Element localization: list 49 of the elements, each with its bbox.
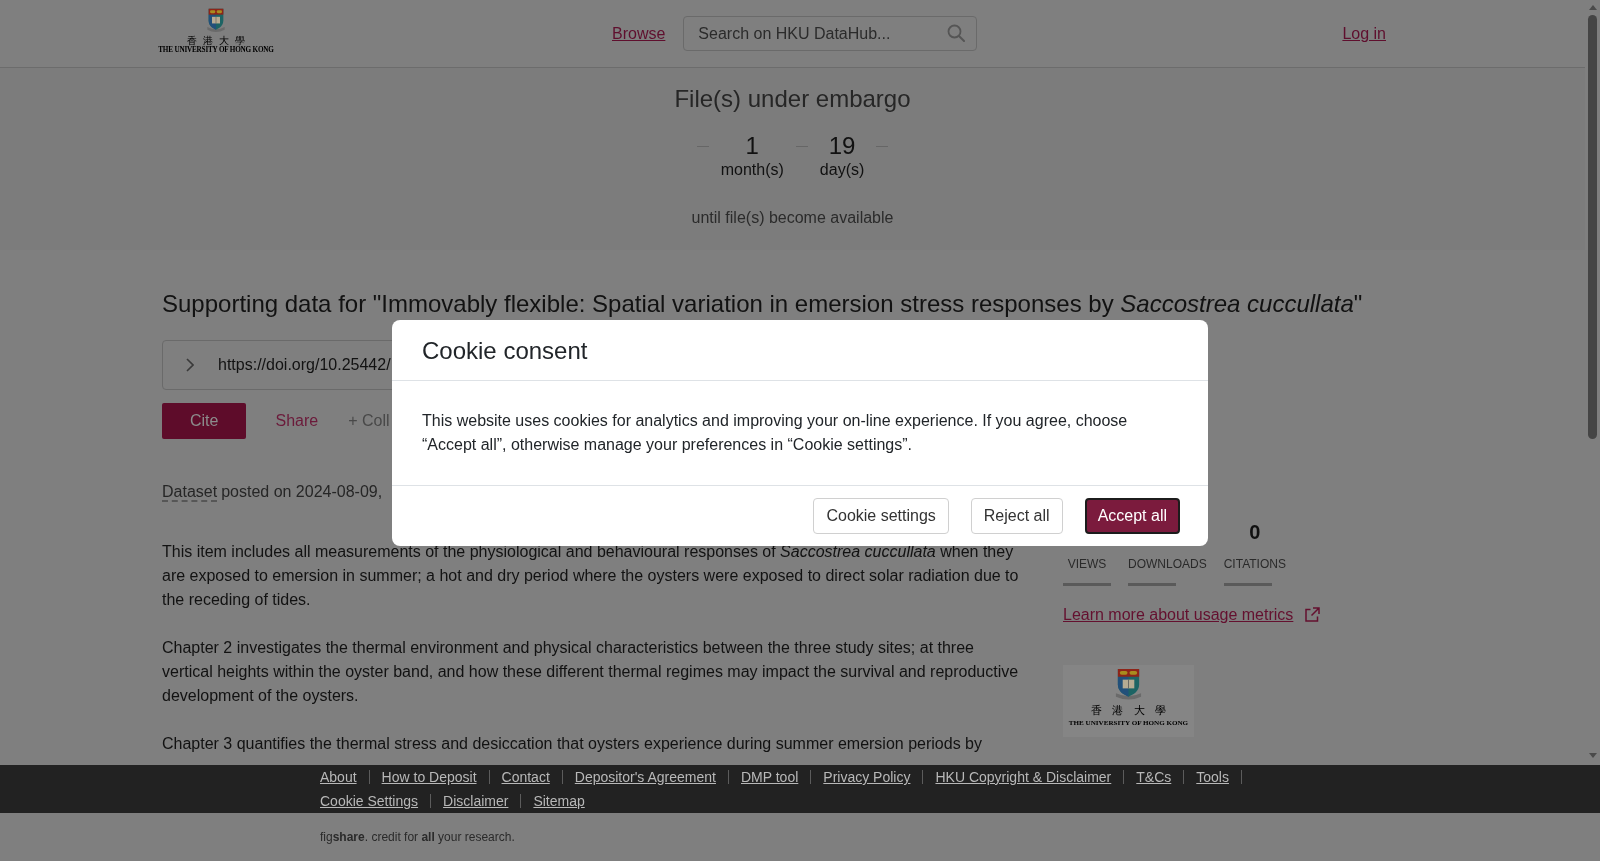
item-title: Supporting data for "Immovably flexible: Spatial variation in emersion stress responses by Saccostrea cuccullata" xyxy=(162,292,1364,316)
description-paragraph: Chapter 3 quantifies the thermal stress and desiccation that oysters experience during summer emersion periods by xyxy=(162,734,983,754)
stat-underline xyxy=(1063,583,1111,586)
stat-underline xyxy=(1128,583,1176,586)
stat-value: 0 xyxy=(1249,520,1261,544)
footer-link[interactable]: HKU Copyright & Disclaimer xyxy=(935,765,1112,789)
doi-link[interactable]: https://doi.org/10.25442/ xyxy=(218,356,391,374)
footer-link[interactable]: About xyxy=(320,765,357,789)
stat-label[interactable]: VIEWS xyxy=(1067,556,1107,572)
footer-link[interactable]: Disclaimer xyxy=(443,789,509,813)
description-paragraph: Chapter 2 investigates the thermal environment and physical characteristics between the three study sites; at three vertical heights within the oyster band, and how these different thermal regimes may impact the survival and reproductive development of the oysters. xyxy=(162,638,1020,706)
search-icon[interactable] xyxy=(947,24,966,42)
item-type-link[interactable]: Dataset xyxy=(162,480,218,504)
shield-crest-icon xyxy=(1114,668,1143,701)
credit-text: figshare. credit for all your research. xyxy=(320,829,515,845)
dialog-button[interactable]: Cookie settings xyxy=(813,498,949,534)
dialog-message: This website uses cookies for analytics and improving your on-line experience. If you agree, choose “Accept all”, otherwise manage your preferences in “Cookie settings”. xyxy=(422,411,1129,455)
footer-link[interactable]: T&Cs xyxy=(1136,765,1172,789)
embargo-title: File(s) under embargo xyxy=(674,84,911,114)
countdown-unit: day(s) xyxy=(819,160,865,180)
footer-link[interactable]: Depositor's Agreement xyxy=(574,765,716,789)
countdown-value: 19 xyxy=(828,132,856,160)
footer-link[interactable]: Tools xyxy=(1196,765,1229,789)
countdown-unit: month(s) xyxy=(720,160,784,180)
posted-date-text: posted on 2024-08-09, xyxy=(221,482,383,502)
external-link-icon xyxy=(1304,607,1321,623)
shield-crest-icon[interactable] xyxy=(206,8,226,33)
countdown-value: 1 xyxy=(745,132,759,160)
dialog-button[interactable]: Reject all xyxy=(970,498,1063,534)
stat-label[interactable]: CITATIONS xyxy=(1223,556,1286,572)
search-field[interactable]: Search on HKU DataHub... xyxy=(683,16,978,51)
footer-link[interactable]: Cookie Settings xyxy=(320,789,419,813)
scroll-down-arrow-icon[interactable] xyxy=(1588,753,1597,758)
embargo-note: until file(s) become available xyxy=(691,208,894,228)
scroll-up-arrow-icon[interactable] xyxy=(1588,5,1597,10)
dialog-title: Cookie consent xyxy=(422,336,589,365)
logo-chinese-text: 香 港 大 學 xyxy=(1090,705,1167,716)
stat-underline xyxy=(1223,583,1272,586)
logo-chinese-text: 香 港 大 學 xyxy=(186,35,246,46)
footer-link[interactable]: Privacy Policy xyxy=(823,765,911,789)
footer-link[interactable]: Sitemap xyxy=(533,789,585,813)
footer-link[interactable]: How to Deposit xyxy=(381,765,477,789)
action-button[interactable]: Cite xyxy=(162,403,247,439)
scrollbar-thumb[interactable] xyxy=(1588,15,1597,439)
footer-link[interactable]: Contact xyxy=(501,765,550,789)
stat-label[interactable]: DOWNLOADS xyxy=(1128,556,1207,572)
chevron-right-icon[interactable] xyxy=(186,358,194,372)
dialog-button[interactable]: Accept all xyxy=(1084,498,1180,534)
footer-link[interactable]: DMP tool xyxy=(741,765,799,789)
